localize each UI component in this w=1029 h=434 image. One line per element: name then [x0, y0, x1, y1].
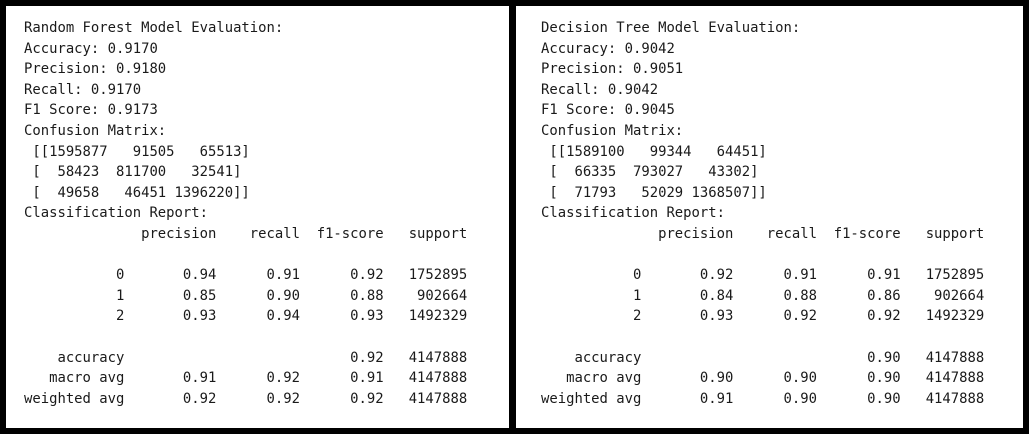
confusion-matrix-row: [[1589100 99344 64451]: [541, 143, 767, 160]
console-output: Random Forest Model Evaluation: Accuracy…: [24, 18, 467, 409]
report-accuracy-row: accuracy 0.92 4147888: [24, 349, 468, 366]
output-heading: Random Forest Model Evaluation:: [24, 20, 284, 36]
precision-line: Precision: 0.9180: [24, 61, 167, 78]
confusion-matrix-row: [ 66335 793027 43302]: [541, 164, 759, 181]
output-heading: Decision Tree Model Evaluation:: [541, 20, 801, 36]
confusion-matrix-heading: Confusion Matrix:: [541, 122, 684, 139]
report-header-row: precision recall f1-score support: [24, 225, 468, 242]
report-row: 1 0.84 0.88 0.86 902664: [541, 287, 985, 304]
confusion-matrix-heading: Confusion Matrix:: [24, 122, 167, 139]
classification-report-heading: Classification Report:: [24, 205, 208, 222]
confusion-matrix-row: [ 58423 811700 32541]: [24, 164, 242, 181]
report-row: 1 0.85 0.90 0.88 902664: [24, 287, 468, 304]
report-row: 0 0.92 0.91 0.91 1752895: [541, 267, 985, 284]
accuracy-line: Accuracy: 0.9170: [24, 40, 158, 57]
report-weighted-avg-row: weighted avg 0.91 0.90 0.90 4147888: [541, 390, 985, 407]
report-accuracy-row: accuracy 0.90 4147888: [541, 349, 985, 366]
report-row: 2 0.93 0.92 0.92 1492329: [541, 308, 985, 325]
precision-line: Precision: 0.9051: [541, 61, 684, 78]
classification-report-heading: Classification Report:: [541, 205, 725, 222]
confusion-matrix-row: [[1595877 91505 65513]: [24, 143, 250, 160]
report-header-row: precision recall f1-score support: [541, 225, 985, 242]
report-macro-avg-row: macro avg 0.90 0.90 0.90 4147888: [541, 370, 985, 387]
f1-score-line: F1 Score: 0.9045: [541, 102, 675, 119]
random-forest-output-panel: Random Forest Model Evaluation: Accuracy…: [6, 6, 509, 428]
report-row: 0 0.94 0.91 0.92 1752895: [24, 267, 468, 284]
accuracy-line: Accuracy: 0.9042: [541, 40, 675, 57]
f1-score-line: F1 Score: 0.9173: [24, 102, 158, 119]
report-row: 2 0.93 0.94 0.93 1492329: [24, 308, 468, 325]
recall-line: Recall: 0.9170: [24, 81, 142, 98]
confusion-matrix-row: [ 71793 52029 1368507]]: [541, 184, 767, 201]
recall-line: Recall: 0.9042: [541, 81, 659, 98]
decision-tree-output-panel: Decision Tree Model Evaluation: Accuracy…: [516, 6, 1023, 428]
console-output: Decision Tree Model Evaluation: Accuracy…: [541, 18, 984, 409]
confusion-matrix-row: [ 49658 46451 1396220]]: [24, 184, 250, 201]
report-weighted-avg-row: weighted avg 0.92 0.92 0.92 4147888: [24, 390, 468, 407]
report-macro-avg-row: macro avg 0.91 0.92 0.91 4147888: [24, 370, 468, 387]
